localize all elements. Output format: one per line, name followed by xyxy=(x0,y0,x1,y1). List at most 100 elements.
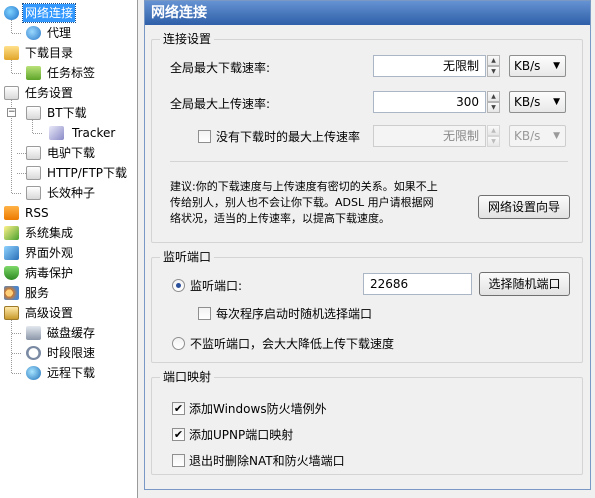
separator xyxy=(170,161,568,162)
spin-down-icon[interactable]: ▼ xyxy=(487,102,500,113)
clock-icon xyxy=(26,346,41,360)
tree-item-label: 任务设置 xyxy=(25,86,74,100)
max-download-unit-select[interactable]: KB/s ▼ xyxy=(509,55,566,77)
tree-item-label: 网络连接 xyxy=(21,3,77,23)
port-mapping-group: 端口映射 ✔ 添加Windows防火墙例外 ✔ 添加UPNP端口映射 退出时删除… xyxy=(151,370,583,475)
listen-port-group: 监听端口 监听端口: 22686 选择随机端口 每次程序启动时随机选择端口 不监… xyxy=(151,250,583,363)
spin-down-icon[interactable]: ▼ xyxy=(487,136,500,147)
tree-item-label: 系统集成 xyxy=(25,226,74,240)
tree-item-label: 时段限速 xyxy=(47,346,96,360)
select-value: KB/s xyxy=(514,129,541,143)
checklist-icon xyxy=(26,166,41,180)
users-icon xyxy=(4,286,19,300)
collapse-icon[interactable]: − xyxy=(7,108,16,117)
checklist-icon xyxy=(26,106,41,120)
port-input[interactable]: 22686 xyxy=(363,273,472,295)
tree-item-label: 任务标签 xyxy=(47,66,96,80)
tree-line xyxy=(12,353,21,354)
tree-item-label: 服务 xyxy=(25,286,50,300)
advice-line-3: 络状况，适当的上传速率，以提高下载速度。 xyxy=(170,212,390,225)
no-listen-radio[interactable] xyxy=(172,337,185,350)
tree-item-label: 下载目录 xyxy=(25,46,74,60)
globe-icon xyxy=(4,6,19,20)
tree-item-label: HTTP/FTP下载 xyxy=(47,166,128,180)
select-value: KB/s xyxy=(514,59,541,73)
max-upload-spinner[interactable]: ▲ ▼ xyxy=(487,91,500,113)
select-value: KB/s xyxy=(514,95,541,109)
cleanup-label: 退出时删除NAT和防火墙端口 xyxy=(189,454,345,468)
remote-globe-icon xyxy=(26,366,41,380)
settings-tree: 网络连接 代理 下载目录 任务标签 任务设置 − BT下载 Tracker 电驴… xyxy=(0,0,138,498)
tree-line xyxy=(33,133,42,134)
tree-item-label: 代理 xyxy=(47,26,72,40)
firewall-checkbox[interactable]: ✔ xyxy=(172,402,185,415)
settings-panel: 网络连接 连接设置 全局最大下载速率: 无限制 ▲ ▼ KB/s ▼ 全局最大上… xyxy=(144,0,591,490)
checklist-icon xyxy=(4,86,19,100)
proxy-globe-icon xyxy=(26,26,41,40)
idle-upload-checkbox[interactable] xyxy=(198,130,211,143)
cleanup-checkbox[interactable] xyxy=(172,454,185,467)
tree-item-label: 远程下载 xyxy=(47,366,96,380)
panel-title: 网络连接 xyxy=(145,1,590,25)
advanced-settings-icon xyxy=(4,306,19,320)
tree-line xyxy=(17,153,26,154)
tree-line xyxy=(12,333,21,334)
random-on-start-checkbox[interactable] xyxy=(198,307,211,320)
max-download-spinner[interactable]: ▲ ▼ xyxy=(487,55,500,77)
firewall-label: 添加Windows防火墙例外 xyxy=(189,402,327,416)
tree-item-label: 病毒保护 xyxy=(25,266,74,280)
appearance-icon xyxy=(4,246,19,260)
listen-port-label: 监听端口: xyxy=(190,279,243,293)
max-download-label: 全局最大下载速率: xyxy=(170,61,271,75)
tree-item-label: BT下载 xyxy=(47,106,87,120)
dropdown-arrow-icon: ▼ xyxy=(553,97,560,107)
checklist-icon xyxy=(26,146,41,160)
tree-line xyxy=(11,60,12,73)
tree-item-label: 电驴下载 xyxy=(47,146,96,160)
idle-upload-spinner[interactable]: ▲ ▼ xyxy=(487,125,500,147)
tracker-cube-icon xyxy=(49,126,64,140)
upnp-checkbox[interactable]: ✔ xyxy=(172,428,185,441)
listen-port-radio[interactable] xyxy=(172,279,185,292)
group-title: 端口映射 xyxy=(160,370,215,384)
max-upload-input[interactable]: 300 xyxy=(373,91,486,113)
max-upload-unit-select[interactable]: KB/s ▼ xyxy=(509,91,566,113)
network-wizard-button[interactable]: 网络设置向导 xyxy=(478,195,570,219)
dropdown-arrow-icon: ▼ xyxy=(553,61,560,71)
tree-line xyxy=(11,20,12,33)
integration-icon xyxy=(4,226,19,240)
tree-line xyxy=(11,320,12,373)
tree-line xyxy=(32,120,33,133)
no-listen-label: 不监听端口，会大大降低上传下载速度 xyxy=(190,337,395,351)
tree-item-label: 磁盘缓存 xyxy=(47,326,96,340)
random-port-button[interactable]: 选择随机端口 xyxy=(479,272,570,296)
tree-line xyxy=(17,173,26,174)
spin-up-icon[interactable]: ▲ xyxy=(487,55,500,66)
group-title: 连接设置 xyxy=(160,32,215,46)
upnp-label: 添加UPNP端口映射 xyxy=(189,428,294,442)
spin-up-icon[interactable]: ▲ xyxy=(487,91,500,102)
folder-icon xyxy=(4,46,19,60)
idle-upload-unit-select[interactable]: KB/s ▼ xyxy=(509,125,566,147)
checklist-icon xyxy=(26,186,41,200)
random-on-start-label: 每次程序启动时随机选择端口 xyxy=(216,307,373,321)
max-download-input[interactable]: 无限制 xyxy=(373,55,486,77)
spin-down-icon[interactable]: ▼ xyxy=(487,66,500,77)
max-upload-label: 全局最大上传速率: xyxy=(170,97,271,111)
connection-group: 连接设置 全局最大下载速率: 无限制 ▲ ▼ KB/s ▼ 全局最大上传速率: … xyxy=(151,32,583,243)
tree-item-label: RSS xyxy=(25,206,49,220)
shield-icon xyxy=(4,266,19,280)
group-title: 监听端口 xyxy=(160,250,215,264)
spin-up-icon[interactable]: ▲ xyxy=(487,125,500,136)
tree-line xyxy=(12,193,21,194)
tag-icon xyxy=(26,66,41,80)
tree-line xyxy=(12,73,21,74)
idle-upload-input[interactable]: 无限制 xyxy=(373,125,486,147)
rss-icon xyxy=(4,206,19,220)
tree-line xyxy=(12,373,21,374)
tree-item-label: 长效种子 xyxy=(47,186,96,200)
disk-icon xyxy=(26,326,41,340)
idle-upload-label: 没有下载时的最大上传速率 xyxy=(216,130,361,144)
tree-line xyxy=(12,33,21,34)
dropdown-arrow-icon: ▼ xyxy=(553,131,560,141)
